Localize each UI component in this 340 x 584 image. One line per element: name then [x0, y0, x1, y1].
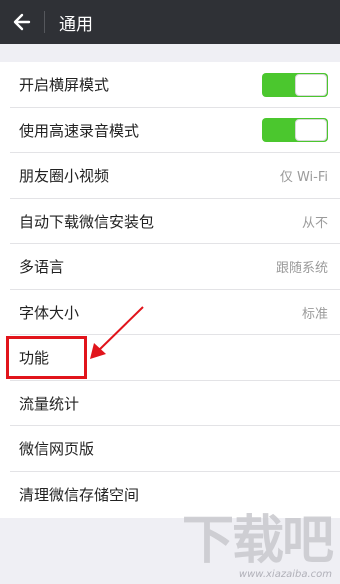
- watermark-logo: 下载吧 www.xiazaiba.com: [181, 511, 334, 580]
- watermark-main: 下载吧: [181, 511, 334, 571]
- annotation-arrow-icon: [90, 306, 144, 359]
